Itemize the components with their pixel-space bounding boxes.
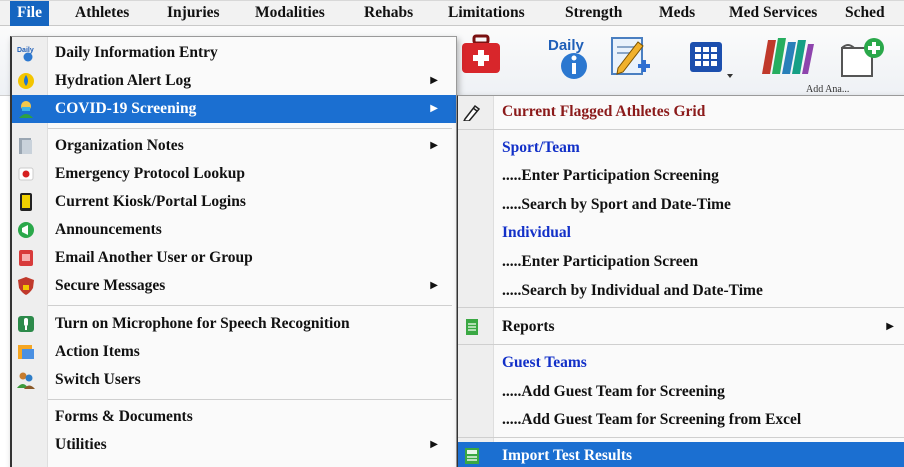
kiosk-icon — [20, 193, 32, 211]
menu-separator — [48, 399, 452, 400]
menu-item-daily-information-entry[interactable]: Daily Daily Information Entry — [12, 39, 456, 67]
file-menu: Daily Daily Information Entry Hydration … — [10, 36, 457, 467]
email-icon — [19, 250, 33, 266]
person-mask-icon — [19, 101, 33, 118]
svg-text:Daily: Daily — [548, 37, 585, 54]
notes-icon — [19, 138, 32, 154]
svg-text:Daily: Daily — [17, 47, 34, 54]
menu-item-reports[interactable]: Reports ▶ — [458, 313, 904, 341]
submenu-arrow-icon: ▶ — [430, 280, 438, 291]
emergency-icon — [18, 167, 34, 181]
water-drop-icon — [18, 73, 34, 89]
menu-item-search-by-individual-and-date-time[interactable]: .....Search by Individual and Date-Time — [458, 277, 904, 305]
menu-item-secure-messages[interactable]: Secure Messages ▶ — [12, 272, 456, 300]
menu-separator — [458, 307, 904, 308]
menu-rehabs[interactable]: Rehabs — [357, 1, 420, 26]
menu-item-search-by-sport-and-date-time[interactable]: .....Search by Sport and Date-Time — [458, 191, 904, 219]
first-aid-kit-icon[interactable] — [460, 34, 502, 78]
menu-item-add-guest-team-from-excel[interactable]: .....Add Guest Team for Screening from E… — [458, 406, 904, 434]
menu-limitations[interactable]: Limitations — [441, 1, 532, 26]
menu-schedule[interactable]: Sched — [838, 1, 892, 26]
daily-icon: Daily — [17, 47, 34, 62]
menu-item-switch-users[interactable]: Switch Users — [12, 366, 456, 394]
submenu-arrow-icon: ▶ — [430, 140, 438, 151]
menu-item-action-items[interactable]: Action Items — [12, 338, 456, 366]
menu-item-emergency-protocol-lookup[interactable]: Emergency Protocol Lookup — [12, 160, 456, 188]
edit-add-icon[interactable] — [608, 34, 652, 80]
menu-item-turn-on-microphone[interactable]: Turn on Microphone for Speech Recognitio… — [12, 310, 456, 338]
menu-separator — [48, 128, 452, 129]
toolbar-partial-caption: Add Ana... — [806, 84, 850, 95]
daily-info-icon[interactable]: Daily — [544, 34, 588, 80]
microphone-icon — [18, 316, 34, 332]
menu-item-enter-participation-screening[interactable]: .....Enter Participation Screening — [458, 162, 904, 190]
menu-item-hydration-alert-log[interactable]: Hydration Alert Log ▶ — [12, 67, 456, 95]
add-document-icon[interactable] — [838, 34, 888, 80]
import-icon — [465, 448, 479, 464]
menu-separator — [48, 305, 452, 306]
menu-item-utilities[interactable]: Utilities ▶ — [12, 431, 456, 459]
menu-meds[interactable]: Meds — [652, 1, 702, 26]
menu-file[interactable]: File — [10, 1, 49, 26]
submenu-arrow-icon: ▶ — [886, 321, 894, 332]
menu-item-current-flagged-athletes-grid[interactable]: Current Flagged Athletes Grid — [458, 98, 904, 126]
menu-item-enter-participation-screen[interactable]: .....Enter Participation Screen — [458, 248, 904, 276]
menu-item-organization-notes[interactable]: Organization Notes ▶ — [12, 132, 456, 160]
menu-item-covid-19-screening[interactable]: COVID-19 Screening ▶ — [12, 95, 456, 123]
menu-item-import-test-results[interactable]: Import Test Results — [458, 442, 904, 467]
menu-item-add-guest-team-for-screening[interactable]: .....Add Guest Team for Screening — [458, 378, 904, 406]
submenu-arrow-icon: ▶ — [430, 439, 438, 450]
action-items-icon — [18, 345, 34, 359]
menu-separator — [458, 344, 904, 345]
menu-item-current-kiosk-portal-logins[interactable]: Current Kiosk/Portal Logins — [12, 188, 456, 216]
menu-separator — [458, 129, 904, 130]
submenu-arrow-icon: ▶ — [430, 103, 438, 114]
section-header-sport-team: Sport/Team — [502, 139, 580, 156]
section-header-guest-teams: Guest Teams — [502, 354, 587, 371]
menu-item-forms-documents[interactable]: Forms & Documents — [12, 403, 456, 431]
menu-athletes[interactable]: Athletes — [68, 1, 136, 26]
reports-icon — [466, 319, 478, 335]
menu-injuries[interactable]: Injuries — [160, 1, 227, 26]
lock-shield-icon — [18, 277, 34, 295]
books-icon[interactable] — [758, 34, 818, 80]
menu-modalities[interactable]: Modalities — [248, 1, 332, 26]
submenu-arrow-icon: ▶ — [430, 75, 438, 86]
menu-strength[interactable]: Strength — [558, 1, 629, 26]
menu-item-announcements[interactable]: Announcements — [12, 216, 456, 244]
menu-bar: File Athletes Injuries Modalities Rehabs… — [0, 0, 904, 26]
covid-19-submenu: Current Flagged Athletes Grid Sport/Team… — [457, 95, 904, 467]
menu-separator — [458, 437, 904, 438]
menu-med-services[interactable]: Med Services — [722, 1, 824, 26]
grid-icon[interactable] — [685, 34, 737, 80]
switch-users-icon — [17, 372, 35, 389]
section-header-individual: Individual — [502, 224, 571, 241]
announcement-icon — [18, 222, 34, 238]
pencil-icon — [463, 104, 481, 121]
menu-item-email-another-user-or-group[interactable]: Email Another User or Group — [12, 244, 456, 272]
